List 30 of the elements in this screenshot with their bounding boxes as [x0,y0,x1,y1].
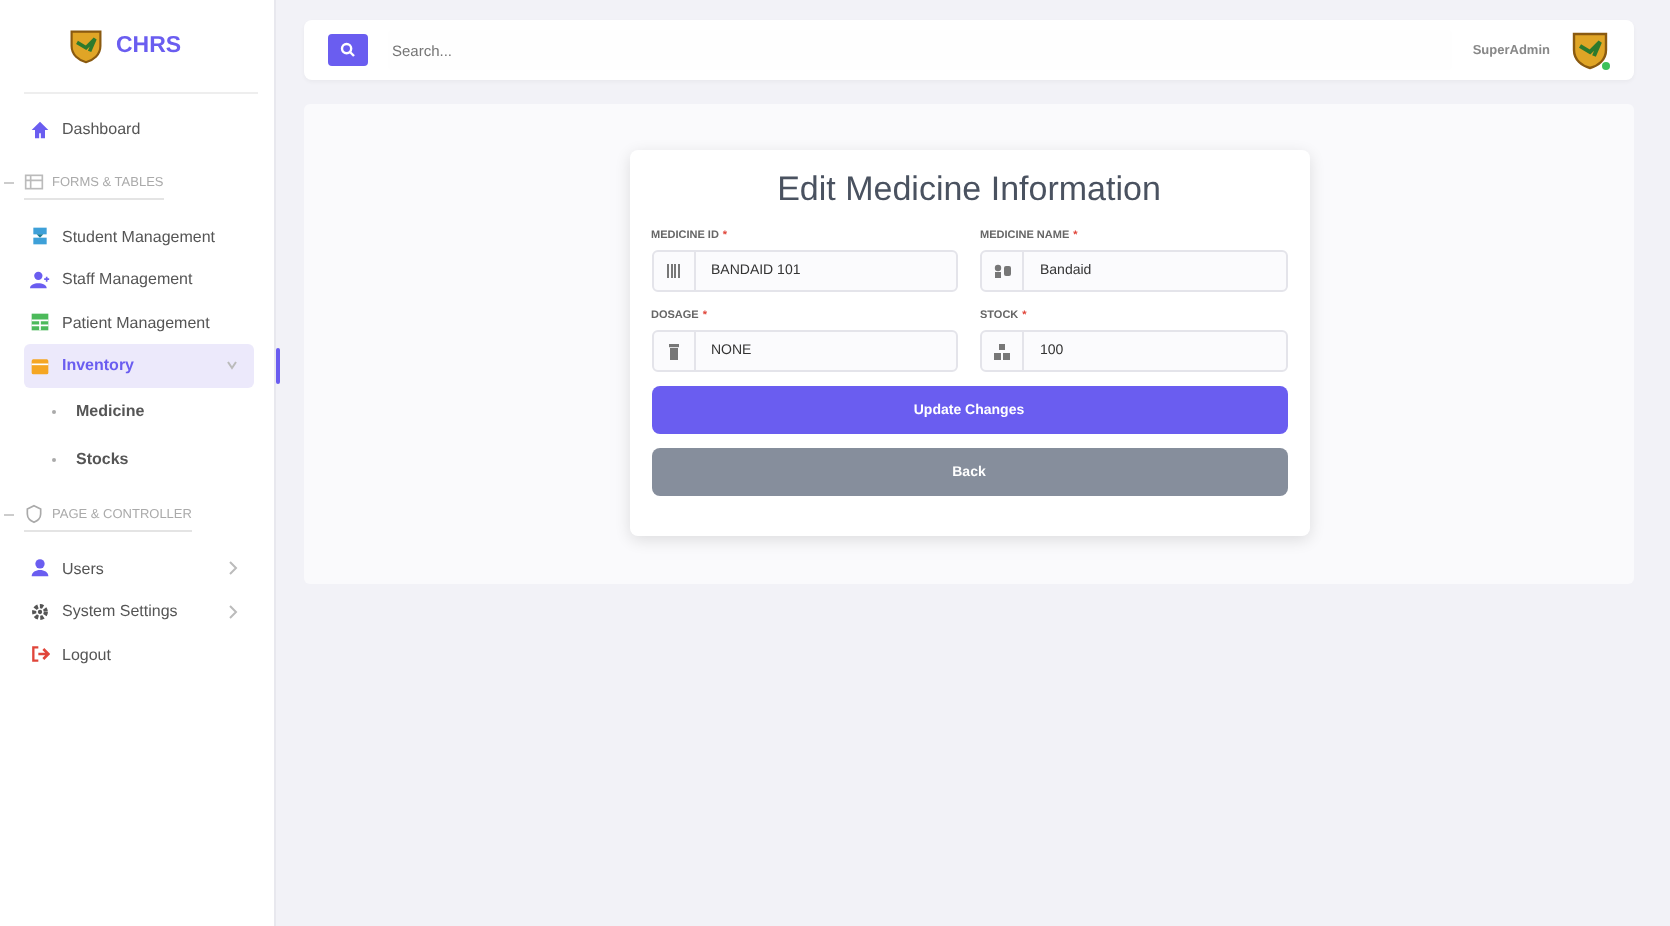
sidebar-item[interactable]: Staff Management [24,258,254,301]
form-title: Edit Medicine Information [775,170,1163,210]
sidebar-item[interactable]: Dashboard [24,108,254,151]
grid-icon [30,312,50,333]
sidebar-item[interactable]: Users [24,547,254,590]
chevron-icon [226,357,238,374]
sidebar-item[interactable]: Logout [24,633,254,676]
shield-icon [24,504,44,524]
chevron-icon [226,560,238,577]
student-icon [30,226,50,247]
shield-logo-icon [68,28,104,64]
brand-name: CHRS [116,34,182,58]
search-icon [340,42,356,58]
search-button[interactable] [328,34,368,66]
boxes-icon [994,343,1010,359]
box-icon [30,355,50,376]
shield-logo-icon [1570,30,1610,70]
sidebar-item[interactable]: System Settings [24,590,254,633]
sidebar-item[interactable]: Student Management [24,215,254,258]
barcode-icon [665,264,681,278]
home-icon [30,119,50,140]
submenu-item[interactable]: Medicine [24,387,274,435]
add-user-icon [30,269,50,290]
submenu-item[interactable]: Stocks [24,435,274,483]
chevron-icon [226,603,238,620]
table-icon [24,172,44,192]
sidebar-item[interactable]: Patient Management [24,301,254,344]
gear-icon [30,601,50,622]
user-icon [30,558,50,579]
logout-icon [30,644,50,665]
